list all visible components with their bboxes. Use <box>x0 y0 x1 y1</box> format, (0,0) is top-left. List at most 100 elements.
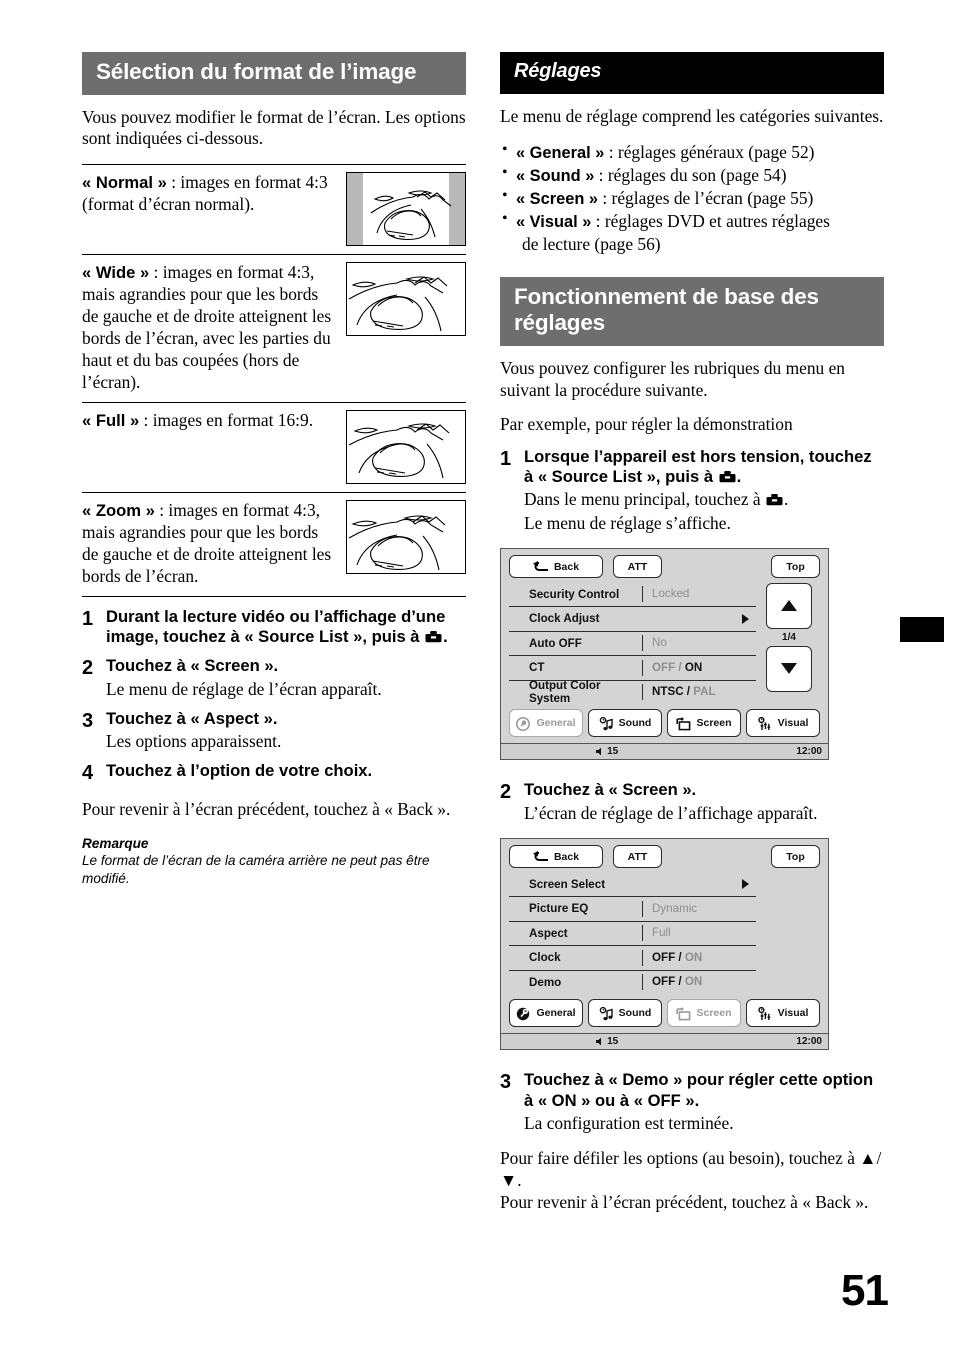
general-icon <box>516 1007 531 1020</box>
row-caret <box>734 613 756 624</box>
basic-example: Par exemple, pour régler la démonstratio… <box>500 413 793 434</box>
list-item[interactable]: Clock OFF / ON <box>509 946 756 971</box>
clock-display: 12:00 <box>796 1036 822 1048</box>
tab-label: General <box>536 717 576 730</box>
back-button[interactable]: Back <box>509 555 603 579</box>
top-button[interactable]: Top <box>771 555 820 579</box>
list-item: « Sound » : réglages du son (page 54) <box>500 163 884 187</box>
basic-step-3: 3 Touchez à « Demo » pour régler cette o… <box>500 1070 884 1134</box>
settings-category-list: « General » : réglages généraux (page 52… <box>500 140 884 255</box>
table-row: « Full » : images en format 16:9. <box>82 403 466 493</box>
step-body: Touchez à « Demo » pour régler cette opt… <box>524 1070 884 1134</box>
list-item[interactable]: Output Color System NTSC / PAL <box>509 679 756 706</box>
basic-intro: Vous pouvez configurer les rubriques du … <box>500 357 845 400</box>
step-heading: Touchez à « Screen ». <box>524 780 697 800</box>
device-screen-screen[interactable]: Back ATT Top Screen Select Picture EQ Dy… <box>500 837 829 1051</box>
section-header-basic-operation: Fonctionnement de base des réglages <box>500 276 884 346</box>
att-button[interactable]: ATT <box>613 845 662 869</box>
car-scene-icon <box>348 515 446 571</box>
tab-label: Screen <box>696 1007 732 1020</box>
row-value <box>642 876 734 892</box>
list-item[interactable]: Screen Select <box>509 873 756 898</box>
row-label: Output Color System <box>529 679 601 706</box>
step-heading: Touchez à l’option de votre choix. <box>106 761 373 781</box>
option-text: « Wide » : images en format 4:3, mais ag… <box>82 262 344 394</box>
tab-screen[interactable]: Screen <box>667 709 741 738</box>
remark-body: Le format de l’écran de la caméra arrièr… <box>82 853 430 886</box>
list-item[interactable]: Clock Adjust <box>509 607 756 632</box>
screen-nav-column: 1/4 <box>756 582 820 705</box>
triangle-down-glyph: ▼ <box>500 1170 518 1191</box>
table-row: « Zoom » : images en format 4:3, mais ag… <box>82 493 466 597</box>
step-subtext: Dans le menu principal, touchez à . <box>524 488 884 510</box>
sound-icon <box>599 1006 614 1020</box>
category-desc: : réglages de l’écran (page 55) <box>598 187 814 208</box>
att-button[interactable]: ATT <box>613 555 662 579</box>
list-item[interactable]: Auto OFF No <box>509 632 756 657</box>
step-heading: Touchez à « Aspect ». <box>106 708 278 728</box>
list-item: « Screen » : réglages de l’écran (page 5… <box>500 186 884 210</box>
tab-sound[interactable]: Sound <box>588 999 662 1028</box>
step-number: 1 <box>82 607 94 630</box>
remark-block: Remarque Le format de l’écran de la camé… <box>82 835 466 888</box>
tab-label: Screen <box>696 717 732 730</box>
step-4: 4 Touchez à l’option de votre choix. <box>82 761 466 785</box>
row-value: OFF / ON <box>642 974 734 991</box>
list-item[interactable]: Security Control Locked <box>509 583 756 608</box>
option-name: « Wide » <box>82 263 150 283</box>
car-scene-icon <box>348 423 450 479</box>
row-caret <box>734 879 756 890</box>
list-item[interactable]: Demo OFF / ON <box>509 971 756 995</box>
visual-icon <box>757 716 773 730</box>
back-button[interactable]: Back <box>509 845 603 869</box>
step-subtext: L’écran de réglage de l’affichage appara… <box>524 802 818 823</box>
tab-visual[interactable]: Visual <box>746 709 820 738</box>
category-desc: : réglages du son (page 54) <box>594 164 787 185</box>
triangle-up-glyph: ▲ <box>859 1148 877 1169</box>
volume-value: 15 <box>607 1036 619 1048</box>
tab-label: Visual <box>777 717 809 730</box>
row-value-on: ON <box>684 950 703 964</box>
tab-visual[interactable]: Visual <box>746 999 820 1028</box>
scroll-down-button[interactable] <box>766 645 812 692</box>
tab-general[interactable]: General <box>509 709 583 738</box>
step-1: 1 Durant la lecture vidéo ou l’affichage… <box>82 607 466 648</box>
list-item: « General » : réglages généraux (page 52… <box>500 140 884 164</box>
device-screen-general[interactable]: Back ATT Top Security Control Locked Clo… <box>500 547 829 761</box>
screen-statusbar: 15 12:00 <box>501 743 828 760</box>
table-row: « Wide » : images en format 4:3, mais ag… <box>82 255 466 403</box>
step-heading: Lorsque l’appareil est hors tension, tou… <box>524 447 884 488</box>
step-heading-tail: . <box>443 627 448 647</box>
list-item[interactable]: Aspect Full <box>509 922 756 947</box>
tab-sound[interactable]: Sound <box>588 709 662 738</box>
option-name: « Full » <box>82 410 140 430</box>
top-button-label: Top <box>786 560 805 573</box>
row-value-sep: / <box>683 685 694 699</box>
back-button-label: Back <box>553 560 580 573</box>
step-heading: Touchez à « Screen ». <box>106 656 279 676</box>
step-subtext-a: Dans le menu principal, touchez à <box>524 489 765 510</box>
top-button[interactable]: Top <box>771 845 820 869</box>
manual-page: Sélection du format de l’image Vous pouv… <box>0 0 954 1352</box>
step-heading-text: Durant la lecture vidéo ou l’affichage d… <box>106 606 446 647</box>
option-name: « Zoom » <box>82 500 155 520</box>
section-header-settings: Réglages <box>500 52 884 94</box>
screen-inner: Back ATT Top Screen Select Picture EQ Dy… <box>501 839 828 995</box>
page-number: 51 <box>841 1266 889 1315</box>
tab-general[interactable]: General <box>509 999 583 1028</box>
category-name: « General » <box>516 143 605 162</box>
scroll-up-button[interactable] <box>766 582 812 629</box>
sound-icon <box>599 716 614 730</box>
row-value-on: PAL <box>693 685 716 699</box>
volume-indicator: 15 <box>596 1036 618 1047</box>
left-column: Sélection du format de l’image Vous pouv… <box>82 52 466 888</box>
list-item[interactable]: Picture EQ Dynamic <box>509 897 756 922</box>
illustration-normal <box>346 172 466 247</box>
screen-icon <box>676 717 691 731</box>
list-item[interactable]: CT OFF / ON <box>509 656 756 681</box>
aspect-after-steps: Pour revenir à l’écran précédent, touche… <box>82 799 451 820</box>
step-heading-tail: . <box>736 467 742 487</box>
option-illustration <box>344 409 466 484</box>
basic-step-1: 1 Lorsque l’appareil est hors tension, t… <box>500 447 884 534</box>
tab-screen[interactable]: Screen <box>667 999 741 1028</box>
